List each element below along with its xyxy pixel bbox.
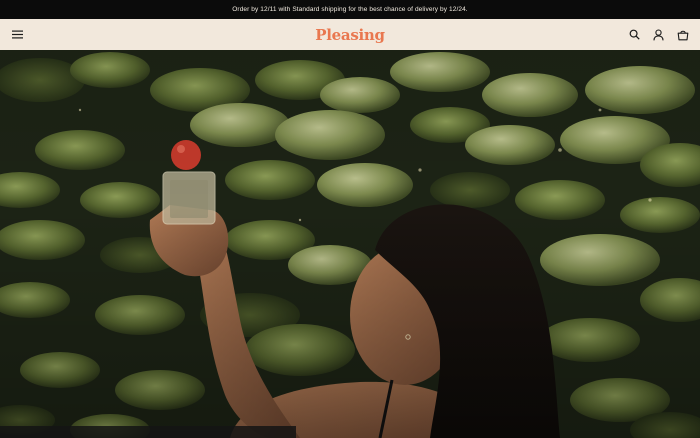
announcement-text: Order by 12/11 with Standard shipping fo…: [232, 6, 468, 13]
announcement-bar: Order by 12/11 with Standard shipping fo…: [0, 0, 700, 19]
user-icon[interactable]: [652, 28, 665, 41]
search-icon[interactable]: [628, 28, 641, 41]
hamburger-menu-icon[interactable]: [11, 28, 24, 41]
brand-logo[interactable]: Pleasing: [315, 26, 385, 44]
hero-overlay: [0, 50, 700, 438]
bottom-overlay-bar: [0, 426, 296, 438]
hero-image: [0, 50, 700, 438]
shopping-bag-icon[interactable]: [676, 28, 689, 41]
site-header: Pleasing: [0, 19, 700, 50]
